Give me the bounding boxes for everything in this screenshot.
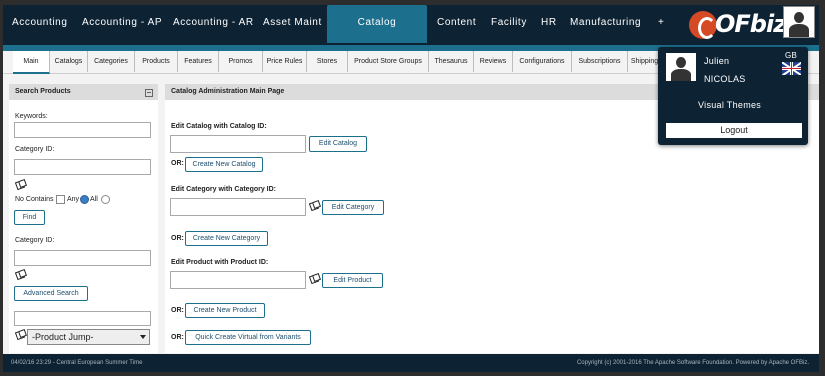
advanced-search-button[interactable]: Advanced Search (14, 286, 88, 301)
no-contains-label: No Contains (15, 196, 54, 203)
tab-promos[interactable]: Promos (219, 51, 263, 72)
tab-product-store-groups[interactable]: Product Store Groups (348, 51, 429, 72)
product-jump-input[interactable] (14, 311, 151, 326)
create-catalog-button[interactable]: Create New Catalog (185, 157, 263, 172)
uk-flag-icon[interactable] (782, 62, 801, 75)
logo-mark-icon (689, 11, 717, 39)
ofbiz-logo[interactable]: OFbiz (689, 10, 787, 41)
nav-catalog[interactable]: Catalog (327, 5, 427, 43)
tab-catalogs[interactable]: Catalogs (50, 51, 88, 72)
quick-create-virtual-button[interactable]: Quick Create Virtual from Variants (185, 330, 311, 345)
edit-category-label: Edit Category with Category ID: (171, 186, 277, 193)
tab-products[interactable]: Products (135, 51, 178, 72)
tab-shipping[interactable]: Shipping (628, 51, 662, 72)
user-dropdown: Julien NICOLAS GB Visual Themes Logout (658, 47, 808, 145)
footer-copyright: Copyright (c) 2001-2016 The Apache Softw… (576, 360, 809, 366)
create-product-button[interactable]: Create New Product (185, 303, 265, 318)
any-radio[interactable] (80, 195, 89, 204)
keywords-label: Keywords: (15, 113, 48, 120)
find-button[interactable]: Find (14, 210, 45, 225)
category-id-input[interactable] (14, 159, 151, 175)
user-silhouette-icon (666, 53, 696, 81)
nav-asset-maint[interactable]: Asset Maint (263, 5, 322, 41)
edit-product-label: Edit Product with Product ID: (171, 259, 269, 266)
logout-button[interactable]: Logout (666, 123, 802, 138)
product-id-input[interactable] (170, 271, 306, 289)
lookup-icon-category[interactable] (310, 201, 319, 209)
language-code: GB (785, 51, 798, 60)
user-icon (784, 7, 814, 37)
tab-subscriptions[interactable]: Subscriptions (572, 51, 628, 72)
chevron-down-icon (140, 335, 146, 339)
footer: 04/02/16 23:29 - Central European Summer… (3, 354, 819, 372)
tab-configurations[interactable]: Configurations (513, 51, 572, 72)
search-products-panel: Search Products Keywords: Category ID: N… (9, 84, 158, 353)
lookup-icon-product[interactable] (310, 274, 319, 282)
tab-reviews[interactable]: Reviews (474, 51, 513, 72)
or-label-3: OR: (171, 307, 184, 314)
nav-facility[interactable]: Facility (491, 5, 527, 41)
any-label: Any (67, 196, 80, 203)
category-id-input-2[interactable] (14, 250, 151, 266)
visual-themes-link[interactable]: Visual Themes (698, 100, 761, 110)
nav-accounting-ap[interactable]: Accounting - AP (82, 5, 162, 41)
lookup-icon-2[interactable] (16, 270, 25, 278)
tab-features[interactable]: Features (178, 51, 219, 72)
app-frame: Accounting Accounting - AP Accounting - … (0, 0, 825, 376)
nav-accounting[interactable]: Accounting (12, 5, 67, 41)
user-last-name: NICOLAS (704, 74, 746, 84)
category-id-label: Category ID: (15, 146, 55, 153)
or-label-4: OR: (171, 334, 184, 341)
logo-text: OFbiz (715, 10, 787, 38)
no-contains-checkbox[interactable] (56, 195, 65, 204)
edit-catalog-label: Edit Catalog with Catalog ID: (171, 123, 267, 130)
collapse-icon[interactable] (145, 89, 153, 97)
footer-timestamp: 04/02/16 23:29 - Central European Summer… (11, 360, 143, 366)
tab-stores[interactable]: Stores (307, 51, 348, 72)
all-radio[interactable] (101, 195, 110, 204)
or-label-2: OR: (171, 235, 184, 242)
panel-title: Search Products (9, 84, 158, 100)
product-jump-select[interactable]: -Product Jump- (27, 329, 150, 345)
edit-catalog-button[interactable]: Edit Catalog (309, 136, 367, 152)
nav-hr[interactable]: HR (541, 5, 557, 41)
all-label: All (90, 196, 98, 203)
nav-manufacturing[interactable]: Manufacturing (570, 5, 641, 41)
catalog-id-input[interactable] (170, 135, 306, 153)
tab-price-rules[interactable]: Price Rules (263, 51, 307, 72)
or-label-1: OR: (171, 160, 184, 167)
top-navigation: Accounting Accounting - AP Accounting - … (3, 5, 819, 45)
lookup-icon-3[interactable] (16, 330, 25, 338)
tab-categories[interactable]: Categories (88, 51, 135, 72)
tab-main[interactable]: Main (13, 51, 50, 74)
user-avatar-button[interactable] (783, 6, 815, 38)
edit-category-button[interactable]: Edit Category (322, 200, 384, 215)
lookup-icon[interactable] (16, 180, 25, 188)
tab-thesaurus[interactable]: Thesaurus (429, 51, 474, 72)
edit-product-button[interactable]: Edit Product (322, 273, 383, 288)
product-jump-selected: -Product Jump- (32, 332, 94, 342)
category-id-label-2: Category ID: (15, 237, 55, 244)
user-first-name: Julien (704, 56, 730, 66)
user-avatar (666, 53, 696, 81)
keywords-input[interactable] (14, 122, 151, 138)
create-category-button[interactable]: Create New Category (185, 231, 268, 246)
nav-content[interactable]: Content (437, 5, 476, 41)
nav-accounting-ar[interactable]: Accounting - AR (173, 5, 254, 41)
category-id-field[interactable] (170, 198, 306, 216)
nav-more[interactable]: + (658, 5, 664, 41)
